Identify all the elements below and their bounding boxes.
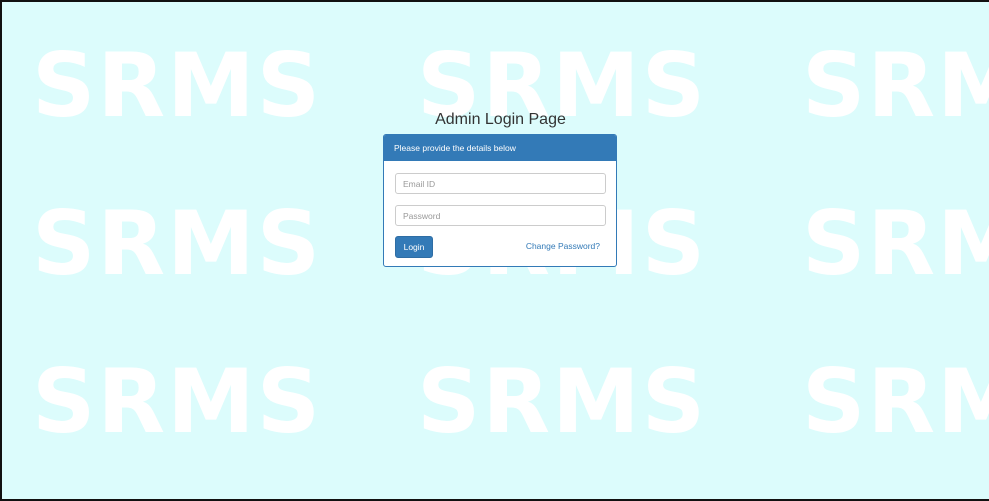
email-field[interactable] xyxy=(395,173,606,194)
watermark-text: SRMS xyxy=(417,350,708,453)
watermark-text: SRMS xyxy=(802,192,989,295)
watermark-text: SRMS xyxy=(32,350,323,453)
watermark-text: SRMS xyxy=(802,350,989,453)
watermark-text: SRMS xyxy=(32,192,323,295)
page-title: Admin Login Page xyxy=(435,111,566,128)
change-password-link[interactable]: Change Password? xyxy=(526,241,600,251)
panel-heading: Please provide the details below xyxy=(384,135,616,161)
login-button[interactable]: Login xyxy=(395,236,433,258)
page-frame: SRMS SRMS SRMS SRMS SRMS SRMS SRMS SRMS … xyxy=(0,0,989,501)
password-field[interactable] xyxy=(395,205,606,226)
login-panel: Please provide the details below Login C… xyxy=(383,134,617,267)
